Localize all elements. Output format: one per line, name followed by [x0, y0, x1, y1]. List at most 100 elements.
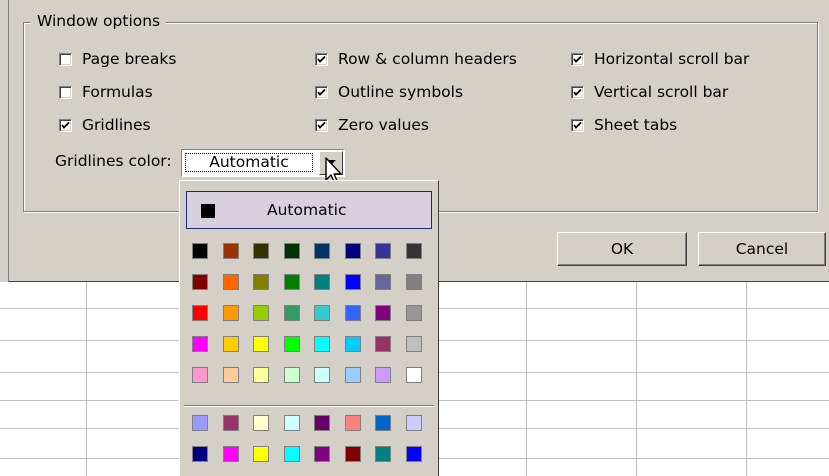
- color-swatch[interactable]: [406, 274, 422, 290]
- checkmark-icon: [317, 55, 326, 63]
- color-swatch[interactable]: [406, 243, 422, 259]
- color-swatch[interactable]: [406, 336, 422, 352]
- color-swatch[interactable]: [223, 336, 239, 352]
- checkbox-box[interactable]: [59, 118, 72, 132]
- checkbox-label: Gridlines: [82, 116, 151, 134]
- color-swatch[interactable]: [375, 243, 391, 259]
- color-swatch[interactable]: [253, 336, 269, 352]
- color-swatch[interactable]: [345, 446, 361, 462]
- color-swatch[interactable]: [406, 415, 422, 431]
- checkbox-label: Outline symbols: [338, 83, 464, 101]
- checkbox-label: Horizontal scroll bar: [594, 50, 750, 68]
- checkbox-page-breaks[interactable]: Page breaks: [59, 48, 176, 70]
- color-swatch[interactable]: [253, 446, 269, 462]
- color-swatch[interactable]: [345, 367, 361, 383]
- checkbox-box[interactable]: [571, 85, 584, 99]
- color-swatch[interactable]: [314, 336, 330, 352]
- checkbox-gridlines[interactable]: Gridlines: [59, 114, 151, 136]
- color-swatch[interactable]: [406, 305, 422, 321]
- color-swatch[interactable]: [314, 367, 330, 383]
- checkmark-icon: [573, 55, 582, 63]
- checkbox-sheet-tabs[interactable]: Sheet tabs: [571, 114, 677, 136]
- color-swatch[interactable]: [284, 446, 300, 462]
- color-swatch[interactable]: [375, 415, 391, 431]
- color-swatch[interactable]: [253, 367, 269, 383]
- checkmark-icon: [573, 121, 582, 129]
- checkbox-box[interactable]: [315, 118, 328, 132]
- color-swatch[interactable]: [406, 446, 422, 462]
- automatic-color-swatch: [201, 204, 215, 218]
- color-swatch[interactable]: [253, 305, 269, 321]
- grid-column-line: [526, 282, 527, 476]
- color-swatch[interactable]: [314, 446, 330, 462]
- checkbox-box[interactable]: [59, 52, 72, 66]
- checkmark-icon: [61, 121, 70, 129]
- color-swatch[interactable]: [375, 274, 391, 290]
- color-swatch[interactable]: [375, 367, 391, 383]
- color-swatch[interactable]: [284, 274, 300, 290]
- checkbox-zero-values[interactable]: Zero values: [315, 114, 429, 136]
- dialog-edge: [0, 0, 9, 282]
- color-swatch[interactable]: [375, 305, 391, 321]
- ok-button[interactable]: OK: [557, 232, 687, 266]
- checkmark-icon: [317, 88, 326, 96]
- color-swatch[interactable]: [345, 274, 361, 290]
- checkbox-box[interactable]: [571, 52, 584, 66]
- color-swatch[interactable]: [192, 446, 208, 462]
- color-swatch[interactable]: [192, 336, 208, 352]
- color-swatch[interactable]: [375, 446, 391, 462]
- grid-column-line: [636, 282, 637, 476]
- color-swatch[interactable]: [314, 243, 330, 259]
- color-swatch[interactable]: [284, 367, 300, 383]
- color-swatch[interactable]: [223, 446, 239, 462]
- color-swatch[interactable]: [284, 336, 300, 352]
- color-swatch[interactable]: [192, 274, 208, 290]
- checkbox-label: Vertical scroll bar: [594, 83, 729, 101]
- color-palette-dropdown: Automatic: [179, 180, 439, 476]
- grid-column-line: [86, 282, 87, 476]
- checkbox-box[interactable]: [59, 85, 72, 99]
- color-swatch[interactable]: [314, 274, 330, 290]
- cancel-button[interactable]: Cancel: [698, 232, 826, 266]
- color-swatch[interactable]: [345, 415, 361, 431]
- color-swatch[interactable]: [284, 305, 300, 321]
- checkbox-label: Sheet tabs: [594, 116, 678, 134]
- checkbox-box[interactable]: [315, 85, 328, 99]
- checkbox-outline-symbols[interactable]: Outline symbols: [315, 81, 463, 103]
- color-swatch[interactable]: [223, 274, 239, 290]
- checkbox-vertical-scroll-bar[interactable]: Vertical scroll bar: [571, 81, 728, 103]
- color-swatch[interactable]: [192, 243, 208, 259]
- color-swatch[interactable]: [223, 243, 239, 259]
- checkbox-box[interactable]: [571, 118, 584, 132]
- color-swatch[interactable]: [345, 243, 361, 259]
- checkbox-row-column-headers[interactable]: Row & column headers: [315, 48, 517, 70]
- automatic-color-option[interactable]: Automatic: [186, 191, 432, 229]
- checkbox-horizontal-scroll-bar[interactable]: Horizontal scroll bar: [571, 48, 749, 70]
- color-swatch[interactable]: [192, 415, 208, 431]
- color-swatch[interactable]: [345, 305, 361, 321]
- color-swatch[interactable]: [253, 243, 269, 259]
- checkmark-icon: [317, 121, 326, 129]
- color-swatch[interactable]: [223, 367, 239, 383]
- checkbox-label: Row & column headers: [338, 50, 517, 68]
- color-swatch[interactable]: [375, 336, 391, 352]
- color-swatch[interactable]: [192, 367, 208, 383]
- gridlines-color-select[interactable]: Automatic: [181, 149, 345, 177]
- color-swatch[interactable]: [223, 305, 239, 321]
- color-swatch[interactable]: [253, 274, 269, 290]
- color-swatch[interactable]: [406, 367, 422, 383]
- color-swatch[interactable]: [314, 415, 330, 431]
- group-title: Window options: [31, 12, 167, 30]
- color-swatch[interactable]: [314, 305, 330, 321]
- checkbox-box[interactable]: [315, 52, 328, 66]
- automatic-color-label: Automatic: [267, 201, 347, 219]
- color-swatch[interactable]: [223, 415, 239, 431]
- color-swatch[interactable]: [345, 336, 361, 352]
- checkbox-formulas[interactable]: Formulas: [59, 81, 153, 103]
- color-swatch[interactable]: [253, 415, 269, 431]
- color-swatch[interactable]: [284, 415, 300, 431]
- checkmark-icon: [573, 88, 582, 96]
- color-swatch[interactable]: [284, 243, 300, 259]
- checkbox-label: Page breaks: [82, 50, 177, 68]
- color-swatch[interactable]: [192, 305, 208, 321]
